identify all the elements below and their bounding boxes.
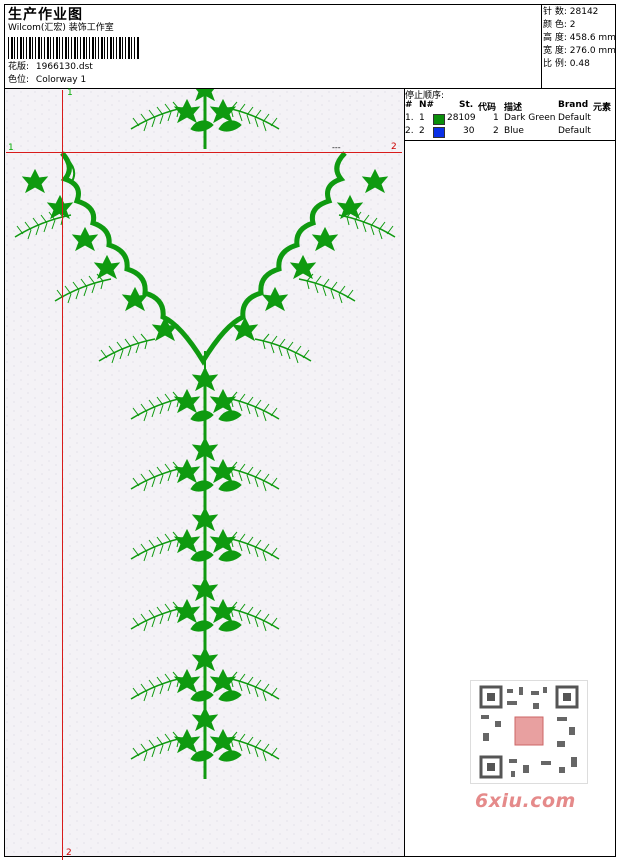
stop-sequence-table: 停止顺序: # N# St. 代码 描述 Brand 元素 1. 1 28109… — [405, 88, 617, 139]
table-row: 2. 2 30 2 Blue Default — [405, 126, 591, 138]
colorway: 色位: Colorway 1 — [8, 75, 86, 86]
colorway-value: Colorway 1 — [35, 75, 87, 85]
panel-divider — [404, 88, 405, 857]
design-file: 花版: 1966130.dst — [8, 62, 93, 73]
table-header: # N# St. 代码 描述 Brand 元素 — [405, 100, 617, 113]
vertical-guide — [62, 90, 63, 860]
stats-divider — [541, 4, 542, 88]
col-index: # — [405, 100, 413, 110]
horizontal-guide — [6, 152, 402, 153]
barcode — [8, 37, 140, 59]
color-swatch — [433, 127, 445, 138]
marker-bottom: 2 — [66, 848, 72, 858]
scale-ratio: 比 例: 0.48 — [543, 59, 590, 69]
marker-dash: --- — [332, 143, 341, 152]
color-count: 颜 色: 2 — [543, 20, 576, 30]
design-height: 高 度: 458.6 mm — [543, 33, 616, 43]
col-desc: 描述 — [504, 103, 523, 113]
design-canvas — [5, 89, 404, 856]
page-title: 生产作业图 — [8, 7, 83, 23]
marker-top: 1 — [67, 88, 73, 98]
col-brand: Brand — [558, 100, 589, 110]
qr-code — [470, 680, 588, 784]
marker-left: 1 — [8, 143, 14, 153]
design-label: 花版: — [8, 62, 30, 72]
col-stitches: St. — [459, 100, 474, 110]
watermark-text: 6xiu.com — [475, 790, 576, 812]
table-bottom-rule — [404, 140, 616, 141]
color-swatch — [433, 114, 445, 125]
design-value: 1966130.dst — [35, 62, 93, 72]
design-width: 宽 度: 276.0 mm — [543, 46, 616, 56]
col-needle: N# — [419, 100, 435, 110]
col-element: 元素 — [593, 103, 612, 113]
colorway-label: 色位: — [8, 75, 30, 85]
col-code: 代码 — [478, 103, 497, 113]
marker-right: 2 — [391, 142, 397, 152]
stitch-count: 针 数: 28142 — [543, 7, 599, 17]
company-name: Wilcom(汇宏) 装饰工作室 — [8, 23, 114, 33]
embroidery-preview — [5, 89, 404, 856]
table-row: 1. 1 28109 1 Dark Green Default — [405, 113, 591, 125]
